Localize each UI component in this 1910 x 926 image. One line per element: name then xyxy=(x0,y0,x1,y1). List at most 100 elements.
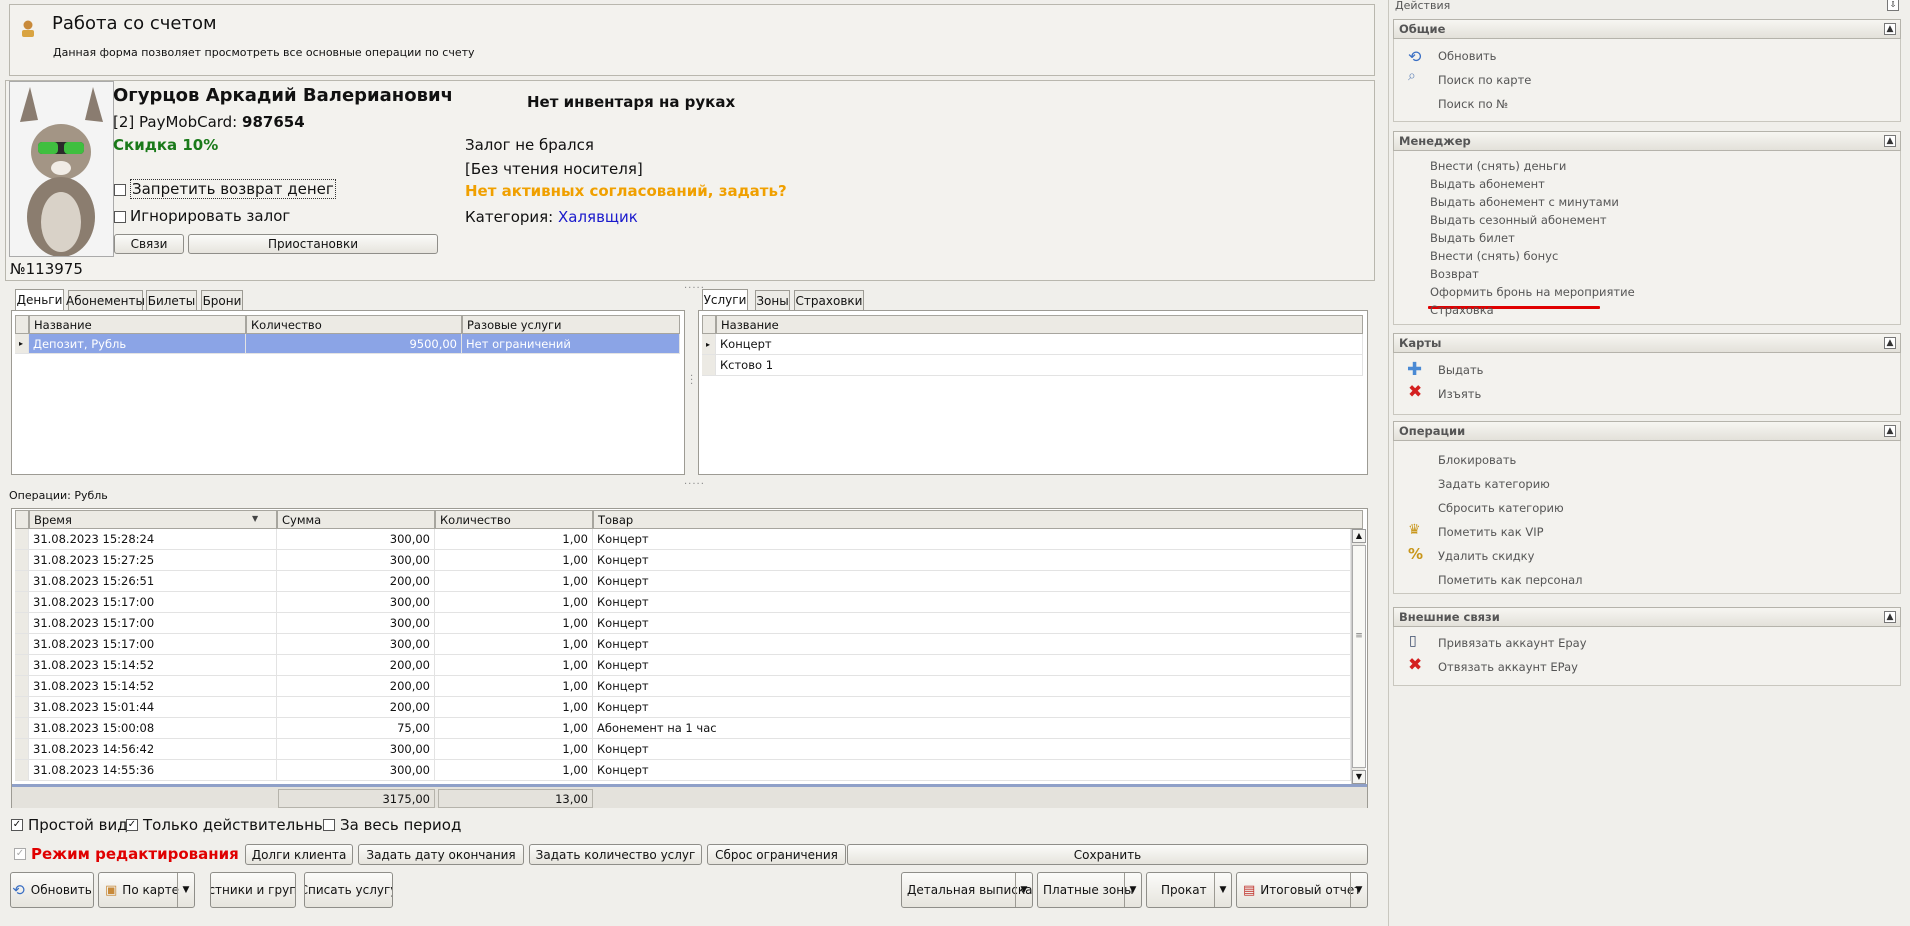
op-time[interactable]: 31.08.2023 15:14:52 xyxy=(29,676,277,697)
edit-mode-checkbox[interactable]: ✓ xyxy=(14,848,26,860)
op-quantity[interactable]: 1,00 xyxy=(435,550,593,571)
row-indicator[interactable] xyxy=(15,718,29,739)
op-product[interactable]: Концерт xyxy=(593,697,1351,718)
action-search-number[interactable]: Поиск по № xyxy=(1438,97,1508,111)
chevron-down-icon[interactable]: ▼ xyxy=(1214,873,1231,907)
scroll-thumb[interactable]: ≡ xyxy=(1352,545,1366,768)
scroll-up-icon[interactable]: ▲ xyxy=(1352,529,1366,543)
collapse-icon[interactable]: ▲ xyxy=(1884,135,1896,147)
row-indicator[interactable] xyxy=(15,676,29,697)
actions-pin-icon[interactable]: ⇩ xyxy=(1887,0,1899,11)
collapse-icon[interactable]: ▲ xyxy=(1884,23,1896,35)
op-quantity[interactable]: 1,00 xyxy=(435,739,593,760)
op-product[interactable]: Концерт xyxy=(593,571,1351,592)
op-quantity[interactable]: 1,00 xyxy=(435,676,593,697)
action-refresh[interactable]: Обновить xyxy=(1438,49,1496,63)
money-col-services[interactable]: Разовые услуги xyxy=(462,315,680,334)
collapse-icon[interactable]: ▲ xyxy=(1884,337,1896,349)
tab-insurance[interactable]: Страховки xyxy=(794,290,864,310)
op-sum[interactable]: 200,00 xyxy=(277,571,435,592)
action-deposit-money[interactable]: Внести (снять) деньги xyxy=(1430,159,1566,173)
action-issue-ticket[interactable]: Выдать билет xyxy=(1430,231,1515,245)
op-time[interactable]: 31.08.2023 15:27:25 xyxy=(29,550,277,571)
op-time[interactable]: 31.08.2023 15:17:00 xyxy=(29,592,277,613)
op-quantity[interactable]: 1,00 xyxy=(435,529,593,550)
op-time[interactable]: 31.08.2023 15:17:00 xyxy=(29,634,277,655)
op-product[interactable]: Абонемент на 1 час xyxy=(593,718,1351,739)
ops-scrollbar[interactable]: ▲ ≡ ▼ xyxy=(1351,529,1366,786)
op-product[interactable]: Концерт xyxy=(593,592,1351,613)
op-product[interactable]: Концерт xyxy=(593,655,1351,676)
row-indicator[interactable] xyxy=(15,613,29,634)
op-sum[interactable]: 75,00 xyxy=(277,718,435,739)
action-issue-subscription[interactable]: Выдать абонемент xyxy=(1430,177,1545,191)
tab-money[interactable]: Деньги xyxy=(15,289,64,310)
final-report-button[interactable]: ▤ Итоговый отчет ▼ xyxy=(1236,872,1368,908)
op-sum[interactable]: 200,00 xyxy=(277,655,435,676)
action-search-card[interactable]: Поиск по карте xyxy=(1438,73,1531,87)
ops-col-product[interactable]: Товар xyxy=(593,510,1363,529)
chevron-down-icon[interactable]: ▼ xyxy=(1350,873,1367,907)
splitter-handle[interactable]: ..... xyxy=(684,476,705,487)
whole-period-checkbox[interactable] xyxy=(323,819,335,831)
section-manager-header[interactable]: Менеджер ▲ xyxy=(1393,131,1901,151)
scroll-down-icon[interactable]: ▼ xyxy=(1352,770,1366,784)
write-off-button[interactable]: Списать услугу xyxy=(304,872,393,908)
op-product[interactable]: Концерт xyxy=(593,760,1351,781)
ops-col-sum[interactable]: Сумма xyxy=(277,510,435,529)
forbid-refund-checkbox[interactable] xyxy=(114,184,126,196)
chevron-down-icon[interactable]: ▼ xyxy=(1015,873,1032,907)
tab-tickets[interactable]: Билеты xyxy=(146,290,197,310)
action-issue-subscription-minutes[interactable]: Выдать абонемент с минутами xyxy=(1430,195,1619,209)
op-sum[interactable]: 300,00 xyxy=(277,739,435,760)
set-service-count-button[interactable]: Задать количество услуг xyxy=(529,844,702,865)
ops-col-time[interactable]: Время xyxy=(29,510,277,529)
money-row-name[interactable]: Депозит, Рубль xyxy=(29,334,246,354)
op-sum[interactable]: 300,00 xyxy=(277,613,435,634)
ops-col-quantity[interactable]: Количество xyxy=(435,510,593,529)
forbid-refund-label[interactable]: Запретить возврат денег xyxy=(130,179,336,199)
ignore-deposit-checkbox[interactable] xyxy=(114,211,126,223)
op-quantity[interactable]: 1,00 xyxy=(435,613,593,634)
tab-bookings[interactable]: Брони xyxy=(201,290,243,310)
op-time[interactable]: 31.08.2023 14:56:42 xyxy=(29,739,277,760)
op-time[interactable]: 31.08.2023 15:01:44 xyxy=(29,697,277,718)
op-sum[interactable]: 200,00 xyxy=(277,676,435,697)
section-general-header[interactable]: Общие ▲ xyxy=(1393,19,1901,39)
action-link-epay[interactable]: Привязать аккаунт Epay xyxy=(1438,636,1587,650)
action-remove-discount[interactable]: Удалить скидку xyxy=(1438,549,1534,563)
row-indicator[interactable] xyxy=(15,550,29,571)
op-product[interactable]: Концерт xyxy=(593,550,1351,571)
action-issue-seasonal[interactable]: Выдать сезонный абонемент xyxy=(1430,213,1607,227)
op-product[interactable]: Концерт xyxy=(593,739,1351,760)
chevron-down-icon[interactable]: ▼ xyxy=(177,873,194,907)
op-quantity[interactable]: 1,00 xyxy=(435,571,593,592)
action-book-event[interactable]: Оформить бронь на мероприятие xyxy=(1430,285,1635,299)
paid-zones-button[interactable]: Платные зоны ▼ xyxy=(1037,872,1142,908)
row-indicator[interactable] xyxy=(15,529,29,550)
row-indicator[interactable] xyxy=(15,592,29,613)
collapse-icon[interactable]: ▲ xyxy=(1884,611,1896,623)
action-mark-vip[interactable]: Пометить как VIP xyxy=(1438,525,1544,539)
row-indicator[interactable] xyxy=(15,655,29,676)
action-block[interactable]: Блокировать xyxy=(1438,453,1516,467)
detailed-statement-button[interactable]: Детальная выписка ▼ xyxy=(901,872,1033,908)
set-end-date-button[interactable]: Задать дату окончания xyxy=(358,844,524,865)
rental-button[interactable]: Прокат ▼ xyxy=(1146,872,1232,908)
op-quantity[interactable]: 1,00 xyxy=(435,655,593,676)
op-product[interactable]: Концерт xyxy=(593,676,1351,697)
section-external-header[interactable]: Внешние связи ▲ xyxy=(1393,607,1901,627)
money-row-services[interactable]: Нет ограничений xyxy=(462,334,680,354)
op-quantity[interactable]: 1,00 xyxy=(435,760,593,781)
action-insurance[interactable]: Страховка xyxy=(1430,303,1494,317)
approvals-link[interactable]: Нет активных согласований, задать? xyxy=(465,182,787,200)
action-deposit-bonus[interactable]: Внести (снять) бонус xyxy=(1430,249,1558,263)
op-quantity[interactable]: 1,00 xyxy=(435,718,593,739)
row-indicator[interactable]: ▸ xyxy=(15,334,29,354)
vertical-splitter[interactable]: · · · xyxy=(690,372,694,390)
section-cards-header[interactable]: Карты ▲ xyxy=(1393,333,1901,353)
collapse-icon[interactable]: ▲ xyxy=(1884,425,1896,437)
chevron-down-icon[interactable]: ▼ xyxy=(1124,873,1141,907)
action-set-category[interactable]: Задать категорию xyxy=(1438,477,1550,491)
save-button[interactable]: Сохранить xyxy=(847,844,1368,865)
